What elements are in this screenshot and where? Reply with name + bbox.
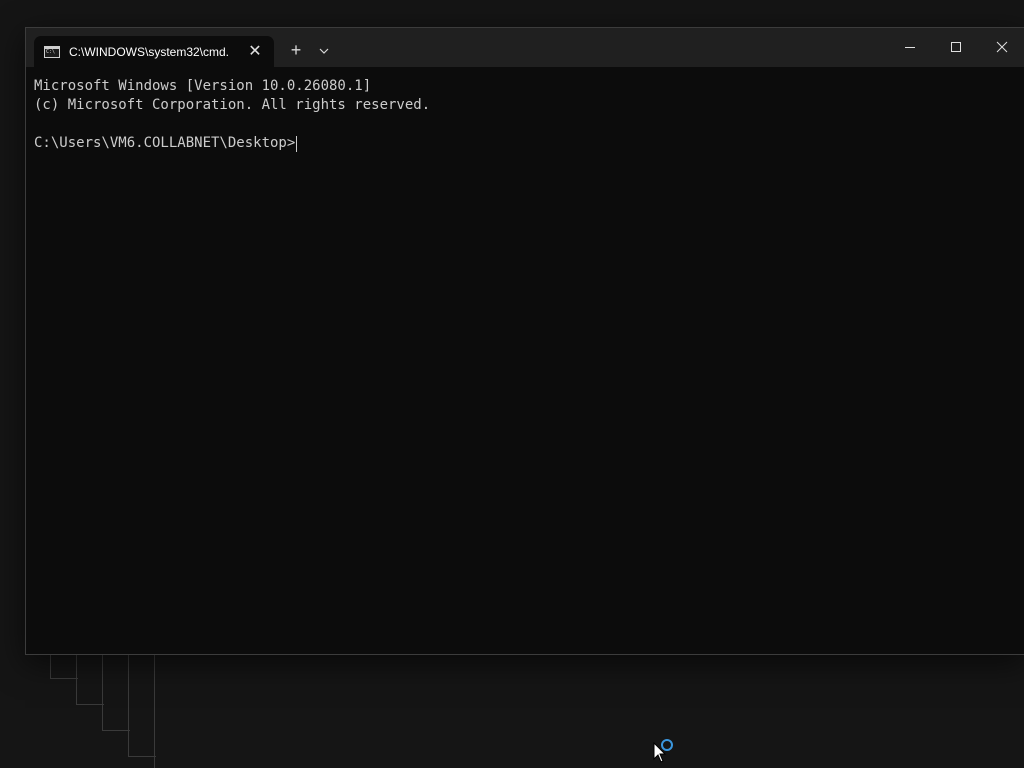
minimize-button[interactable] xyxy=(887,28,933,67)
background-window-edge xyxy=(128,653,156,757)
close-window-button[interactable] xyxy=(979,28,1024,67)
prompt-text: C:\Users\VM6.COLLABNET\Desktop> xyxy=(34,135,296,151)
terminal-output[interactable]: Microsoft Windows [Version 10.0.26080.1]… xyxy=(26,67,1024,654)
command-prompt-line[interactable]: C:\Users\VM6.COLLABNET\Desktop> xyxy=(34,134,1024,153)
terminal-line: Microsoft Windows [Version 10.0.26080.1] xyxy=(34,78,372,94)
new-tab-button[interactable]: + xyxy=(285,40,307,62)
tab-dropdown-button[interactable] xyxy=(313,40,335,62)
text-cursor xyxy=(296,135,298,152)
tab-title: C:\WINDOWS\system32\cmd. xyxy=(69,44,230,59)
maximize-button[interactable] xyxy=(933,28,979,67)
background-window-edge xyxy=(76,653,104,705)
terminal-line: (c) Microsoft Corporation. All rights re… xyxy=(34,97,431,113)
terminal-window: C:\WINDOWS\system32\cmd. ✕ + xyxy=(25,27,1024,655)
window-controls xyxy=(887,28,1024,67)
title-bar[interactable]: C:\WINDOWS\system32\cmd. ✕ + xyxy=(26,28,1024,67)
close-icon xyxy=(996,41,1008,53)
tab-cmd[interactable]: C:\WINDOWS\system32\cmd. ✕ xyxy=(34,36,274,67)
background-window-edge xyxy=(50,653,78,679)
background-window-edge xyxy=(102,653,130,731)
busy-indicator-icon xyxy=(661,739,673,751)
background-window-edge xyxy=(154,653,155,768)
maximize-icon xyxy=(951,42,961,52)
minimize-icon xyxy=(905,47,915,48)
cmd-icon xyxy=(44,45,60,58)
close-tab-button[interactable]: ✕ xyxy=(246,43,264,61)
desktop-background: C:\WINDOWS\system32\cmd. ✕ + xyxy=(0,0,1024,768)
chevron-down-icon xyxy=(319,48,329,54)
